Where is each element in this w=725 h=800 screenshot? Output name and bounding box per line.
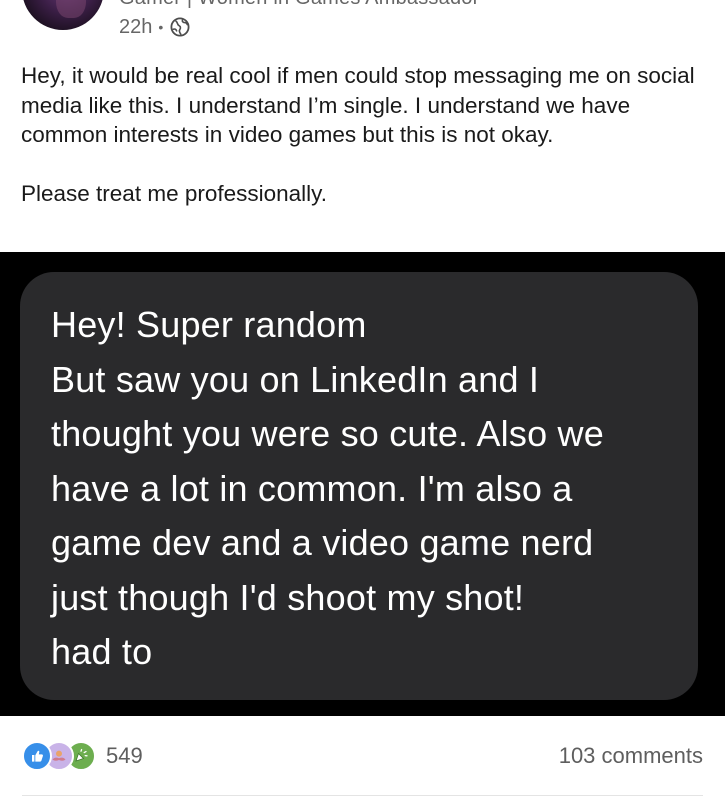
post-header: Gamer | Women in Games Ambassador 22h • xyxy=(0,0,725,56)
message-line: have a lot in common. I'm also a xyxy=(51,467,573,509)
message-line: thought you were so cute. Also we xyxy=(51,413,604,454)
divider xyxy=(22,795,703,796)
meta-separator: • xyxy=(158,19,164,35)
message-line: had to xyxy=(51,631,153,672)
post-text: Hey, it would be real cool if men could … xyxy=(21,61,711,208)
message-line: game dev and a video game nerd xyxy=(51,522,594,563)
comments-count[interactable]: 103 comments xyxy=(559,741,703,771)
reactions-summary[interactable]: 549 xyxy=(22,741,143,771)
post-time[interactable]: 22h xyxy=(119,16,152,39)
author-headline: Gamer | Women in Games Ambassador xyxy=(119,0,479,10)
author-avatar[interactable] xyxy=(22,0,104,30)
post-image[interactable]: Hey! Super random But saw you on LinkedI… xyxy=(0,252,725,716)
post-paragraph: Please treat me professionally. xyxy=(21,180,327,206)
post-paragraph: Hey, it would be real cool if men could … xyxy=(21,63,695,147)
reaction-count: 549 xyxy=(106,743,143,768)
linkedin-post: Gamer | Women in Games Ambassador 22h • … xyxy=(0,0,725,800)
message-line: just though I'd shoot my shot! xyxy=(51,576,525,618)
post-meta: 22h • xyxy=(119,15,190,39)
message-text: Hey! Super random But saw you on LinkedI… xyxy=(51,298,691,680)
message-bubble: Hey! Super random But saw you on LinkedI… xyxy=(20,272,698,700)
like-icon xyxy=(22,741,52,771)
social-counts-bar: 549 103 comments xyxy=(0,716,725,800)
globe-icon xyxy=(170,17,190,37)
message-line: Hey! Super random xyxy=(51,304,367,345)
message-line: But saw you on LinkedIn and I xyxy=(51,358,540,400)
